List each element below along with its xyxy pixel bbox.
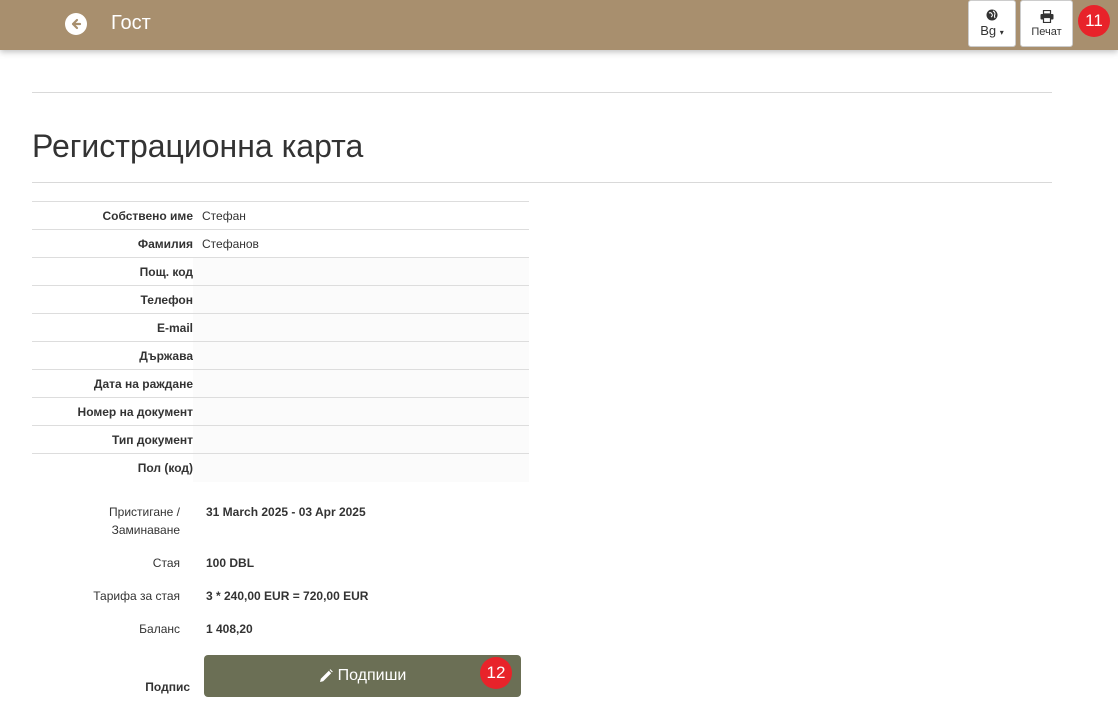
field-label: Пол (код): [137, 461, 193, 475]
language-label: Bg: [980, 23, 997, 38]
field-label: E-mail: [156, 320, 193, 335]
field-value: [193, 286, 529, 313]
field-label: Държава: [139, 348, 193, 363]
guest-details-table: Собствено име Стефан Фамилия Стефанов По…: [32, 201, 529, 482]
table-row: Телефон: [32, 286, 529, 314]
language-dropdown[interactable]: Bg ▾: [968, 0, 1016, 47]
table-row: Пощ. код: [32, 258, 529, 286]
arrival-label: Пристигане /: [109, 505, 180, 519]
table-row: Държава: [32, 342, 529, 370]
departure-label: Заминаване: [111, 523, 180, 537]
field-value: Стефан: [202, 208, 246, 223]
page-heading: Гост: [111, 12, 151, 34]
field-value: [193, 398, 529, 425]
pencil-icon: [319, 669, 333, 682]
balance-row: Баланс 1 408,20: [32, 620, 529, 640]
print-button[interactable]: Печат: [1020, 0, 1073, 47]
rate-row: Тарифа за стая 3 * 240,00 EUR = 720,00 E…: [32, 587, 529, 607]
table-row: Дата на раждане: [32, 370, 529, 398]
field-label: Тип документ: [112, 432, 193, 447]
globe-icon: [986, 9, 998, 21]
field-value: [193, 370, 529, 397]
field-value: [193, 314, 529, 341]
divider: [32, 92, 1052, 93]
rate-value: 3 * 240,00 EUR = 720,00 EUR: [206, 589, 369, 603]
room-label: Стая: [152, 556, 180, 570]
field-value: [193, 258, 529, 285]
field-label: Телефон: [140, 292, 193, 307]
rate-label: Тарифа за стая: [93, 589, 180, 603]
room-value: 100 DBL: [206, 556, 255, 570]
step-badge: 12: [480, 657, 512, 689]
balance-label: Баланс: [139, 622, 180, 636]
divider: [32, 182, 1052, 183]
step-badge: 11: [1078, 5, 1110, 37]
printer-icon: [1040, 9, 1053, 23]
print-label: Печат: [1031, 25, 1062, 38]
table-row: Номер на документ: [32, 398, 529, 426]
field-value: [193, 342, 529, 369]
field-label: Пощ. код: [139, 264, 193, 279]
signature-label: Подпис: [145, 680, 190, 694]
field-value: [193, 454, 529, 482]
table-row: Тип документ: [32, 426, 529, 454]
top-bar: Гост Bg ▾ Печат 11: [0, 0, 1118, 50]
field-label: Фамилия: [137, 236, 193, 251]
field-value: Стефанов: [202, 236, 259, 251]
arrow-left-icon: [71, 18, 82, 30]
stay-dates-value: 31 March 2025 - 03 Apr 2025: [206, 505, 366, 519]
table-row: E-mail: [32, 314, 529, 342]
field-label: Дата на раждане: [93, 376, 193, 391]
table-row: Фамилия Стефанов: [32, 230, 529, 258]
field-value: [193, 426, 529, 453]
card-title: Регистрационна карта: [32, 128, 364, 164]
balance-value: 1 408,20: [206, 622, 253, 636]
stay-dates-row: Пристигане / Заминаване 31 March 2025 - …: [32, 503, 529, 543]
table-row: Пол (код): [32, 454, 529, 482]
back-button[interactable]: [65, 13, 87, 35]
sign-button-label: Подпиши: [337, 667, 407, 684]
sign-button[interactable]: Подпиши: [204, 655, 521, 697]
table-row: Собствено име Стефан: [32, 202, 529, 230]
field-label: Собствено име: [102, 208, 193, 223]
room-row: Стая 100 DBL: [32, 554, 529, 574]
caret-down-icon: ▾: [999, 28, 1004, 37]
field-label: Номер на документ: [77, 404, 193, 419]
